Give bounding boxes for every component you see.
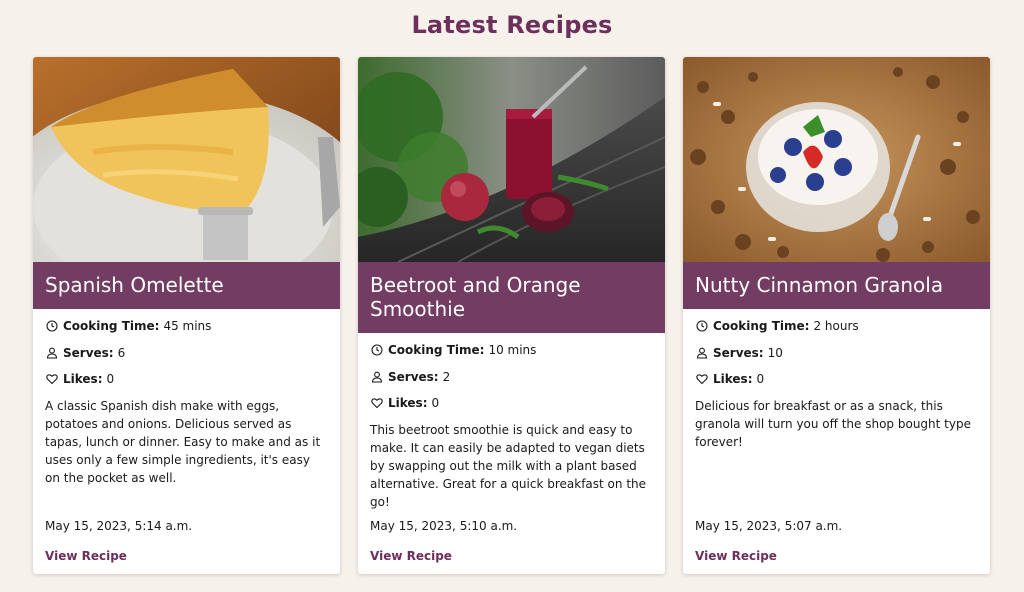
- likes-row: Likes: 0: [45, 370, 328, 388]
- recipe-date: May 15, 2023, 5:07 a.m.: [695, 519, 843, 533]
- cooking-time-row: Cooking Time: 2 hours: [695, 317, 978, 335]
- recipe-card: Beetroot and Orange Smoothie Cooking Tim…: [358, 57, 665, 574]
- clock-icon: [370, 343, 384, 357]
- likes-row: Likes: 0: [695, 370, 978, 388]
- person-icon: [45, 346, 59, 360]
- omelette-photo: [33, 57, 340, 262]
- serves-row: Serves: 2: [370, 368, 653, 386]
- heart-icon[interactable]: [45, 372, 59, 386]
- likes-label: Likes:: [388, 396, 428, 410]
- likes-value: 0: [756, 372, 765, 386]
- smoothie-photo: [358, 57, 665, 262]
- recipe-description: This beetroot smoothie is quick and easy…: [370, 422, 647, 509]
- cooking-time-row: Cooking Time: 45 mins: [45, 317, 328, 335]
- granola-photo: [683, 57, 990, 262]
- view-recipe-link[interactable]: View Recipe: [370, 549, 653, 567]
- recipe-card: Nutty Cinnamon Granola Cooking Time: 2 h…: [683, 57, 990, 574]
- cooking-time-label: Cooking Time:: [713, 319, 810, 333]
- recipe-card: Spanish Omelette Cooking Time: 45 mins S…: [33, 57, 340, 574]
- recipe-title: Beetroot and Orange Smoothie: [358, 262, 665, 333]
- recipe-description: Delicious for breakfast or as a snack, t…: [695, 398, 971, 449]
- recipe-date: May 15, 2023, 5:10 a.m.: [370, 519, 518, 533]
- view-recipe-link[interactable]: View Recipe: [45, 549, 328, 567]
- person-icon: [695, 346, 709, 360]
- person-icon: [370, 370, 384, 384]
- serves-value: 6: [117, 345, 126, 360]
- likes-label: Likes:: [713, 372, 753, 386]
- recipe-image[interactable]: [683, 57, 990, 262]
- serves-row: Serves: 6: [45, 344, 328, 362]
- likes-value: 0: [106, 372, 115, 386]
- page-title: Latest Recipes: [411, 11, 613, 39]
- heart-icon[interactable]: [695, 372, 709, 386]
- cooking-time-value: 10 mins: [488, 343, 537, 357]
- recipe-title: Nutty Cinnamon Granola: [683, 262, 990, 309]
- cooking-time-label: Cooking Time:: [388, 343, 485, 357]
- clock-icon: [695, 319, 709, 333]
- serves-label: Serves:: [63, 345, 114, 360]
- serves-value: 10: [767, 345, 783, 360]
- cooking-time-value: 45 mins: [163, 319, 212, 333]
- view-recipe-link[interactable]: View Recipe: [695, 549, 978, 567]
- recipe-image[interactable]: [358, 57, 665, 262]
- cooking-time-value: 2 hours: [813, 319, 859, 333]
- recipe-card-list: Spanish Omelette Cooking Time: 45 mins S…: [33, 57, 990, 574]
- serves-value: 2: [442, 369, 451, 384]
- recipe-date: May 15, 2023, 5:14 a.m.: [45, 519, 193, 533]
- heart-icon[interactable]: [370, 396, 384, 410]
- recipe-image[interactable]: [33, 57, 340, 262]
- clock-icon: [45, 319, 59, 333]
- recipe-description: A classic Spanish dish make with eggs, p…: [45, 398, 321, 485]
- cooking-time-label: Cooking Time:: [63, 319, 160, 333]
- serves-row: Serves: 10: [695, 344, 978, 362]
- likes-label: Likes:: [63, 372, 103, 386]
- recipe-title: Spanish Omelette: [33, 262, 340, 309]
- cooking-time-row: Cooking Time: 10 mins: [370, 341, 653, 359]
- likes-value: 0: [431, 396, 440, 410]
- likes-row: Likes: 0: [370, 394, 653, 412]
- serves-label: Serves:: [388, 369, 439, 384]
- serves-label: Serves:: [713, 345, 764, 360]
